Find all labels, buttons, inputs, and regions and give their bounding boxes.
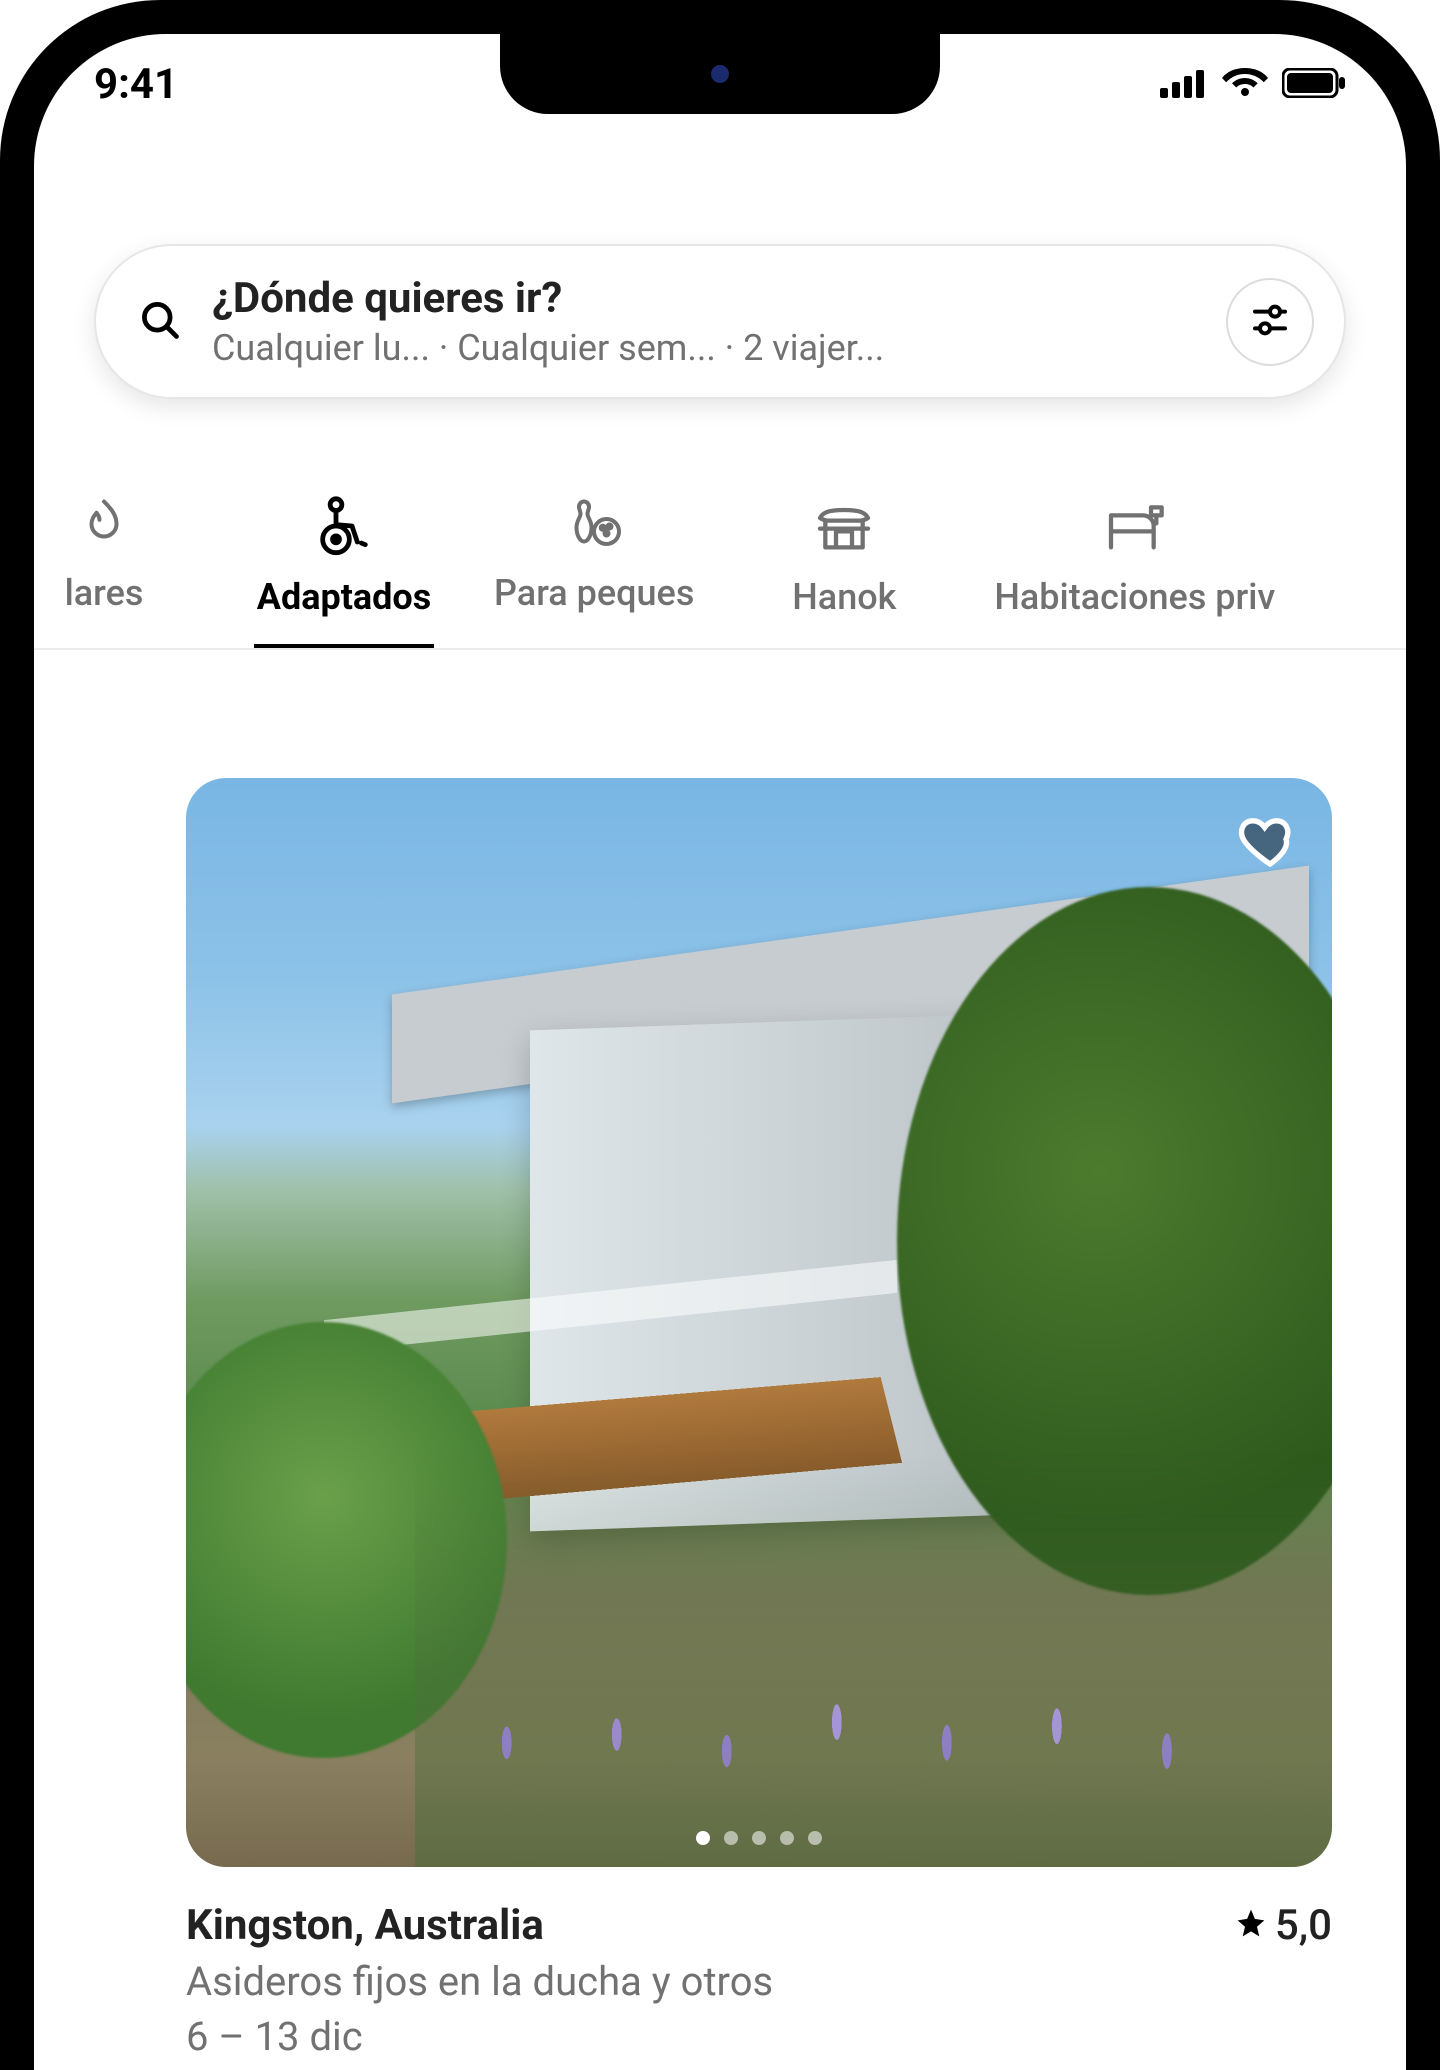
listing-image[interactable] bbox=[186, 778, 1332, 1867]
favorite-button[interactable] bbox=[1238, 808, 1302, 872]
carousel-dot[interactable] bbox=[780, 1831, 794, 1845]
category-tabs: lares Adaptados Para peques Hanok Habitacion… bbox=[34, 474, 1406, 650]
tab-adaptados[interactable]: Adaptados bbox=[254, 494, 434, 648]
tab-label: Hanok bbox=[792, 576, 896, 618]
sliders-icon bbox=[1250, 300, 1290, 344]
listing-location: Kingston, Australia bbox=[186, 1901, 544, 1950]
wifi-icon bbox=[1222, 60, 1268, 109]
status-icons bbox=[1160, 60, 1346, 109]
decorative bbox=[415, 1453, 1332, 1867]
search-icon bbox=[138, 298, 182, 346]
listing-description: Asideros fijos en la ducha y otros bbox=[186, 1958, 1332, 2005]
wheelchair-icon bbox=[312, 494, 376, 558]
phone-screen: 9:41 ¿Dónde quieres ir? bbox=[34, 34, 1406, 2070]
status-bar: 9:41 bbox=[34, 34, 1406, 134]
rating-value: 5,0 bbox=[1275, 1901, 1332, 1950]
tab-label: Adaptados bbox=[257, 576, 432, 618]
listing-dates: 6 – 13 dic bbox=[186, 2013, 1332, 2060]
star-icon bbox=[1235, 1901, 1267, 1950]
carousel-dot[interactable] bbox=[724, 1831, 738, 1845]
tab-label: Habitaciones priv bbox=[994, 576, 1275, 618]
tab-hanok[interactable]: Hanok bbox=[754, 494, 934, 648]
filters-button[interactable] bbox=[1226, 278, 1314, 366]
carousel-dot[interactable] bbox=[696, 1831, 710, 1845]
bed-icon bbox=[1103, 494, 1167, 558]
tab-label: Para peques bbox=[494, 572, 694, 614]
carousel-dots bbox=[696, 1831, 822, 1845]
tab-label: lares bbox=[65, 572, 144, 614]
search-title: ¿Dónde quieres ir? bbox=[212, 274, 1196, 323]
search-subtitle: Cualquier lu... · Cualquier sem... · 2 v… bbox=[212, 327, 1196, 369]
phone-frame: 9:41 ¿Dónde quieres ir? bbox=[0, 0, 1440, 2070]
bowling-icon bbox=[564, 494, 624, 554]
search-bar[interactable]: ¿Dónde quieres ir? Cualquier lu... · Cua… bbox=[94, 244, 1346, 399]
battery-icon bbox=[1282, 60, 1346, 109]
tab-peques[interactable]: Para peques bbox=[494, 494, 694, 648]
carousel-dot[interactable] bbox=[808, 1831, 822, 1845]
cellular-icon bbox=[1160, 60, 1208, 109]
listing-rating: 5,0 bbox=[1235, 1901, 1332, 1950]
tab-lares[interactable]: lares bbox=[34, 494, 194, 648]
listing-card[interactable]: Kingston, Australia 5,0 Asideros fijos e… bbox=[186, 778, 1332, 2060]
tab-privadas[interactable]: Habitaciones priv bbox=[994, 494, 1275, 648]
carousel-dot[interactable] bbox=[752, 1831, 766, 1845]
flame-icon bbox=[74, 494, 134, 554]
hanok-icon bbox=[812, 494, 876, 558]
status-time: 9:41 bbox=[94, 60, 178, 109]
